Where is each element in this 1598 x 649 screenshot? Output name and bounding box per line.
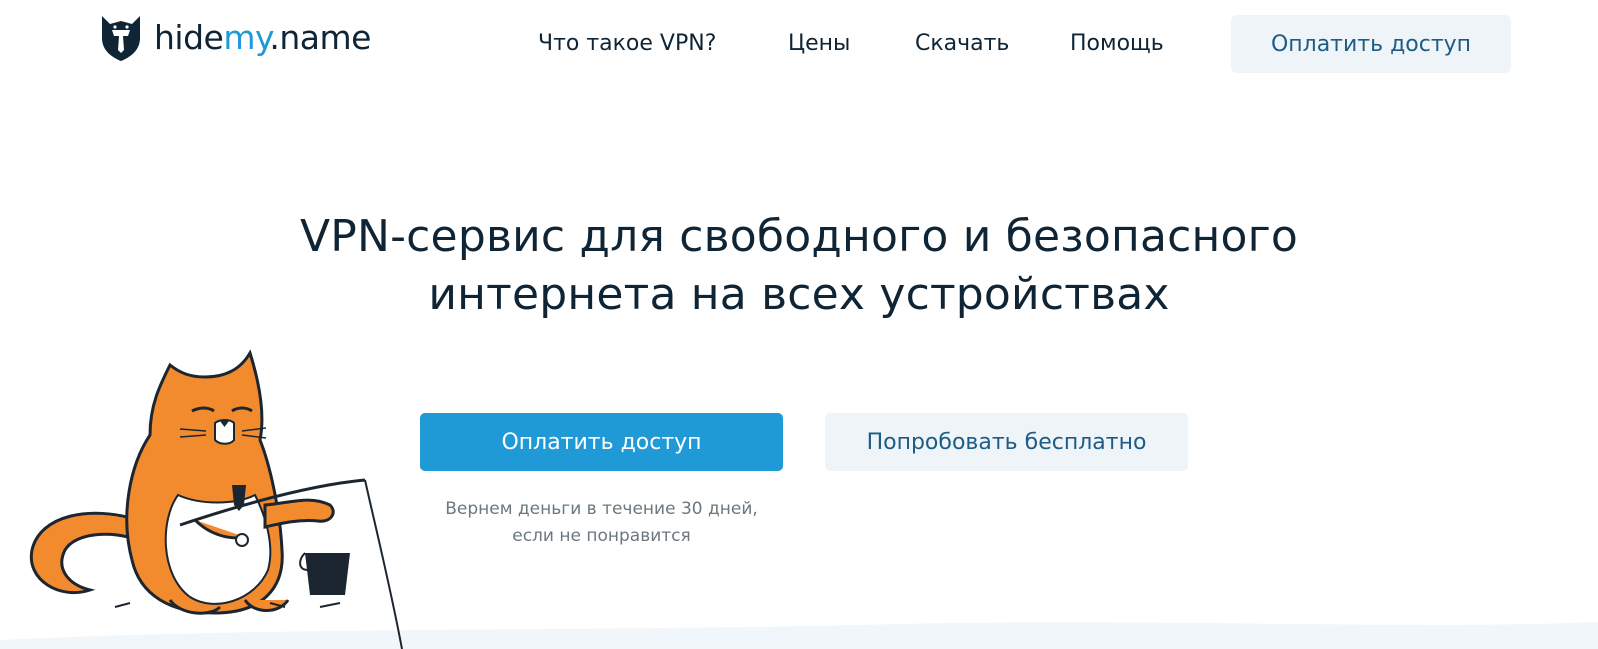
- nav-link-prices[interactable]: Цены: [788, 31, 850, 56]
- header-pay-button[interactable]: Оплатить доступ: [1231, 15, 1511, 73]
- logo-wordmark: hidemy.name: [154, 18, 371, 57]
- logo-text-suffix: .name: [269, 17, 371, 57]
- logo-text-accent: my: [223, 17, 270, 57]
- nav-link-help[interactable]: Помощь: [1070, 31, 1164, 56]
- hero-headline-line1: VPN-сервис для свободного и безопасного: [299, 211, 1299, 262]
- cat-shield-logo-icon: [102, 16, 140, 61]
- logo-text-prefix: hide: [154, 17, 224, 57]
- logo[interactable]: hidemy.name: [98, 10, 371, 64]
- site-header: hidemy.name Что такое VPN? Цены Скачать …: [0, 0, 1598, 92]
- hero-headline-line2: интернета на всех устройствах: [428, 269, 1170, 320]
- nav-link-download[interactable]: Скачать: [915, 31, 1009, 56]
- try-free-button[interactable]: Попробовать бесплатно: [825, 413, 1188, 471]
- money-back-note-line1: Вернем деньги в течение 30 дней,: [445, 499, 758, 519]
- nav-link-what-is-vpn[interactable]: Что такое VPN?: [538, 31, 716, 56]
- fishing-cat-illustration: [29, 349, 403, 649]
- pay-access-button[interactable]: Оплатить доступ: [420, 413, 783, 471]
- hero-headline: VPN-сервис для свободного и безопасного …: [0, 208, 1598, 324]
- money-back-note-line2: если не понравится: [512, 526, 691, 546]
- money-back-note: Вернем деньги в течение 30 дней, если не…: [420, 496, 783, 550]
